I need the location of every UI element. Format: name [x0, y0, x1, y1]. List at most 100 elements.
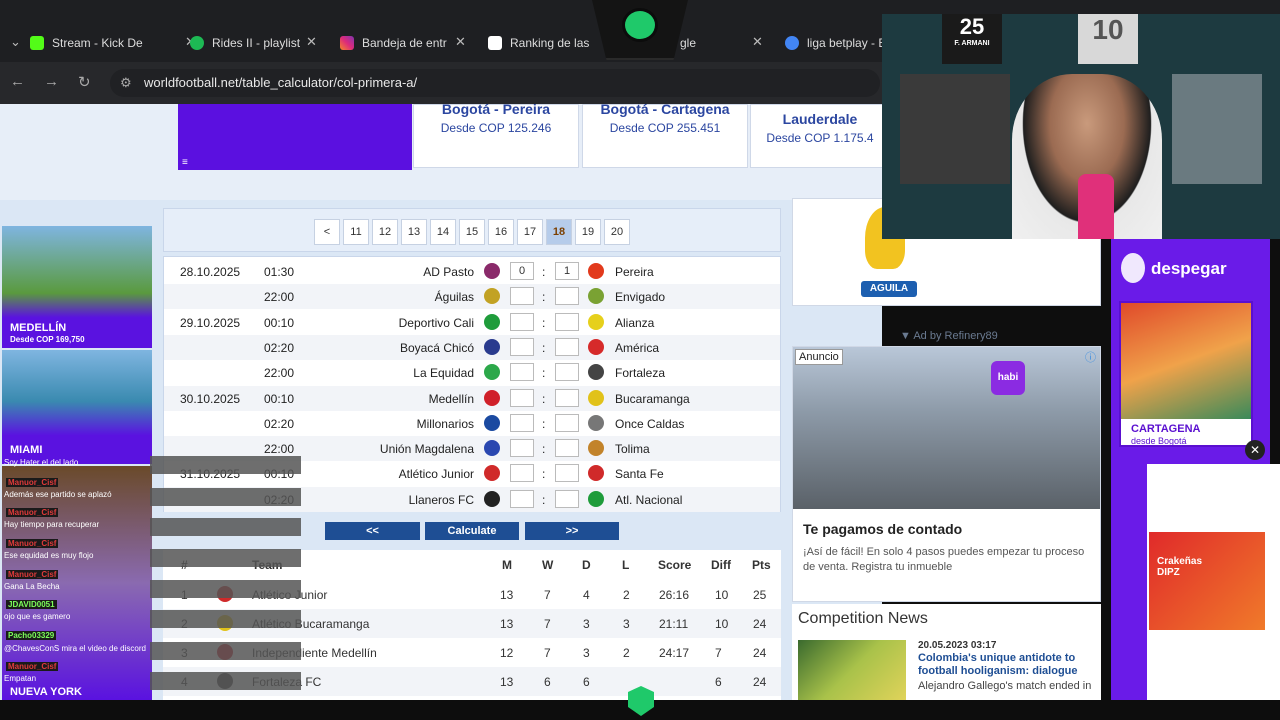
chat-username[interactable]: Manuor_Cisf [6, 478, 59, 487]
chat-username[interactable]: Manuor_Cisf [6, 539, 59, 548]
city-ad[interactable]: MEDELLÍN Desde COP 169,750 [2, 226, 152, 348]
tab-google-search[interactable]: liga betplay - B [785, 28, 885, 58]
instagram-icon [340, 36, 354, 50]
home-score-input[interactable] [510, 489, 534, 508]
tab-instagram[interactable]: Bandeja de entr [340, 28, 450, 58]
news-headline[interactable]: Colombia's unique antidote to football h… [918, 652, 1098, 678]
away-score-input[interactable] [555, 464, 579, 483]
url-input[interactable]: ⚙ worldfootball.net/table_calculator/col… [110, 69, 880, 97]
pager-page[interactable]: 11 [343, 219, 369, 245]
away-crest-icon [588, 364, 604, 381]
tab-google[interactable]: gle [680, 28, 740, 58]
home-team[interactable]: AD Pasto [423, 265, 474, 279]
offer-card[interactable]: Lauderdale Desde COP 1.175.4 [750, 104, 882, 168]
tab-spotify[interactable]: Rides II - playlist [190, 28, 310, 58]
away-score-input[interactable] [555, 413, 579, 432]
away-score-input[interactable] [555, 287, 579, 306]
pager-page-active[interactable]: 18 [546, 219, 572, 245]
close-icon[interactable]: ✕ [306, 34, 317, 50]
pager-page[interactable]: 12 [372, 219, 398, 245]
chat-username[interactable]: Manuor_Cisf [6, 570, 59, 579]
pager-prev[interactable]: < [314, 219, 340, 245]
top-ad-strip: ≡ Bogotá - Pereira Desde COP 125.246 Bog… [0, 104, 882, 200]
ad-headline: Te pagamos de contado [803, 521, 963, 537]
despegar-card[interactable]: CARTAGENA desde Bogotá [1119, 301, 1253, 447]
chevron-down-icon[interactable]: ⌄ [10, 34, 21, 50]
chat-username[interactable]: Pacho03329 [6, 631, 57, 640]
pager-page[interactable]: 15 [459, 219, 485, 245]
pager-page[interactable]: 19 [575, 219, 601, 245]
home-score-input[interactable] [510, 413, 534, 432]
close-icon[interactable]: ✕ [752, 34, 763, 50]
home-team[interactable]: Boyacá Chicó [400, 341, 474, 355]
away-score-input[interactable] [555, 312, 579, 331]
fixture-time: 00:10 [264, 315, 295, 330]
home-score-input[interactable] [510, 439, 534, 458]
menu-icon[interactable]: ≡ [182, 157, 188, 168]
away-team[interactable]: Bucaramanga [615, 392, 690, 406]
info-icon[interactable]: ⓘ [1085, 349, 1096, 365]
away-team[interactable]: Atl. Nacional [615, 493, 682, 507]
home-score-input[interactable] [510, 312, 534, 331]
away-team[interactable]: América [615, 341, 659, 355]
ad-block[interactable]: ≡ [178, 104, 412, 170]
tab-kick[interactable]: Stream - Kick De [30, 28, 180, 58]
chat-username[interactable]: Manuor_Cisf [6, 508, 59, 517]
offer-card[interactable]: Bogotá - Pereira Desde COP 125.246 [413, 104, 579, 168]
away-team[interactable]: Fortaleza [615, 366, 665, 380]
score: 21:11 [659, 617, 689, 631]
pager-page[interactable]: 16 [488, 219, 514, 245]
home-team[interactable]: La Equidad [413, 366, 474, 380]
news-image[interactable] [798, 640, 906, 700]
home-crest-icon [484, 288, 500, 305]
habi-ad[interactable]: Anuncio ⓘ habi Te pagamos de contado ¡As… [792, 346, 1101, 602]
away-team[interactable]: Alianza [615, 316, 654, 330]
close-ad-icon[interactable]: ✕ [1245, 440, 1265, 460]
wins: 7 [544, 646, 551, 660]
chat-message: @ChavesConS mira el video de discord [4, 644, 146, 653]
home-score-input[interactable] [510, 287, 534, 306]
tab-ranking[interactable]: Ranking de las n [488, 28, 592, 58]
pager-page[interactable]: 17 [517, 219, 543, 245]
pager-page[interactable]: 20 [604, 219, 630, 245]
home-crest-icon [484, 263, 500, 279]
back-icon[interactable]: ← [10, 73, 25, 90]
away-score-input[interactable] [555, 337, 579, 356]
offer-card[interactable]: Bogotá - Cartagena Desde COP 255.451 [582, 104, 748, 168]
away-team[interactable]: Once Caldas [615, 417, 684, 431]
away-score-input[interactable] [555, 439, 579, 458]
away-score-input[interactable]: 1 [555, 262, 579, 280]
prev-button[interactable]: << [325, 522, 420, 540]
away-team[interactable]: Pereira [615, 265, 654, 279]
city-ad[interactable]: MIAMI [2, 350, 152, 464]
away-team[interactable]: Santa Fe [615, 467, 664, 481]
home-team[interactable]: Millonarios [417, 417, 474, 431]
calculate-button[interactable]: Calculate [425, 522, 519, 540]
home-score-input[interactable] [510, 388, 534, 407]
home-team[interactable]: Águilas [435, 290, 474, 304]
away-score-input[interactable] [555, 363, 579, 382]
next-button[interactable]: >> [525, 522, 619, 540]
home-team[interactable]: Deportivo Cali [399, 316, 474, 330]
home-team[interactable]: Unión Magdalena [380, 442, 474, 456]
away-score-input[interactable] [555, 489, 579, 508]
close-icon[interactable]: ✕ [455, 34, 466, 50]
promo-overlay[interactable]: Crakeñas DIPZ [1147, 464, 1280, 700]
chat-username[interactable]: JDAVID0051 [6, 600, 57, 609]
home-team[interactable]: Medellín [429, 392, 474, 406]
pager-page[interactable]: 14 [430, 219, 456, 245]
forward-icon[interactable]: → [44, 73, 59, 90]
away-score-input[interactable] [555, 388, 579, 407]
pager-page[interactable]: 13 [401, 219, 427, 245]
home-score-input[interactable] [510, 337, 534, 356]
reload-icon[interactable]: ↻ [78, 73, 91, 91]
site-info-icon[interactable]: ⚙ [120, 69, 132, 97]
home-team[interactable]: Llaneros FC [409, 493, 474, 507]
home-score-input[interactable] [510, 464, 534, 483]
away-team[interactable]: Envigado [615, 290, 665, 304]
home-team[interactable]: Atlético Junior [399, 467, 474, 481]
away-team[interactable]: Tolima [615, 442, 650, 456]
home-score-input[interactable]: 0 [510, 262, 534, 280]
chat-username[interactable]: Manuor_Cisf [6, 662, 59, 671]
home-score-input[interactable] [510, 363, 534, 382]
